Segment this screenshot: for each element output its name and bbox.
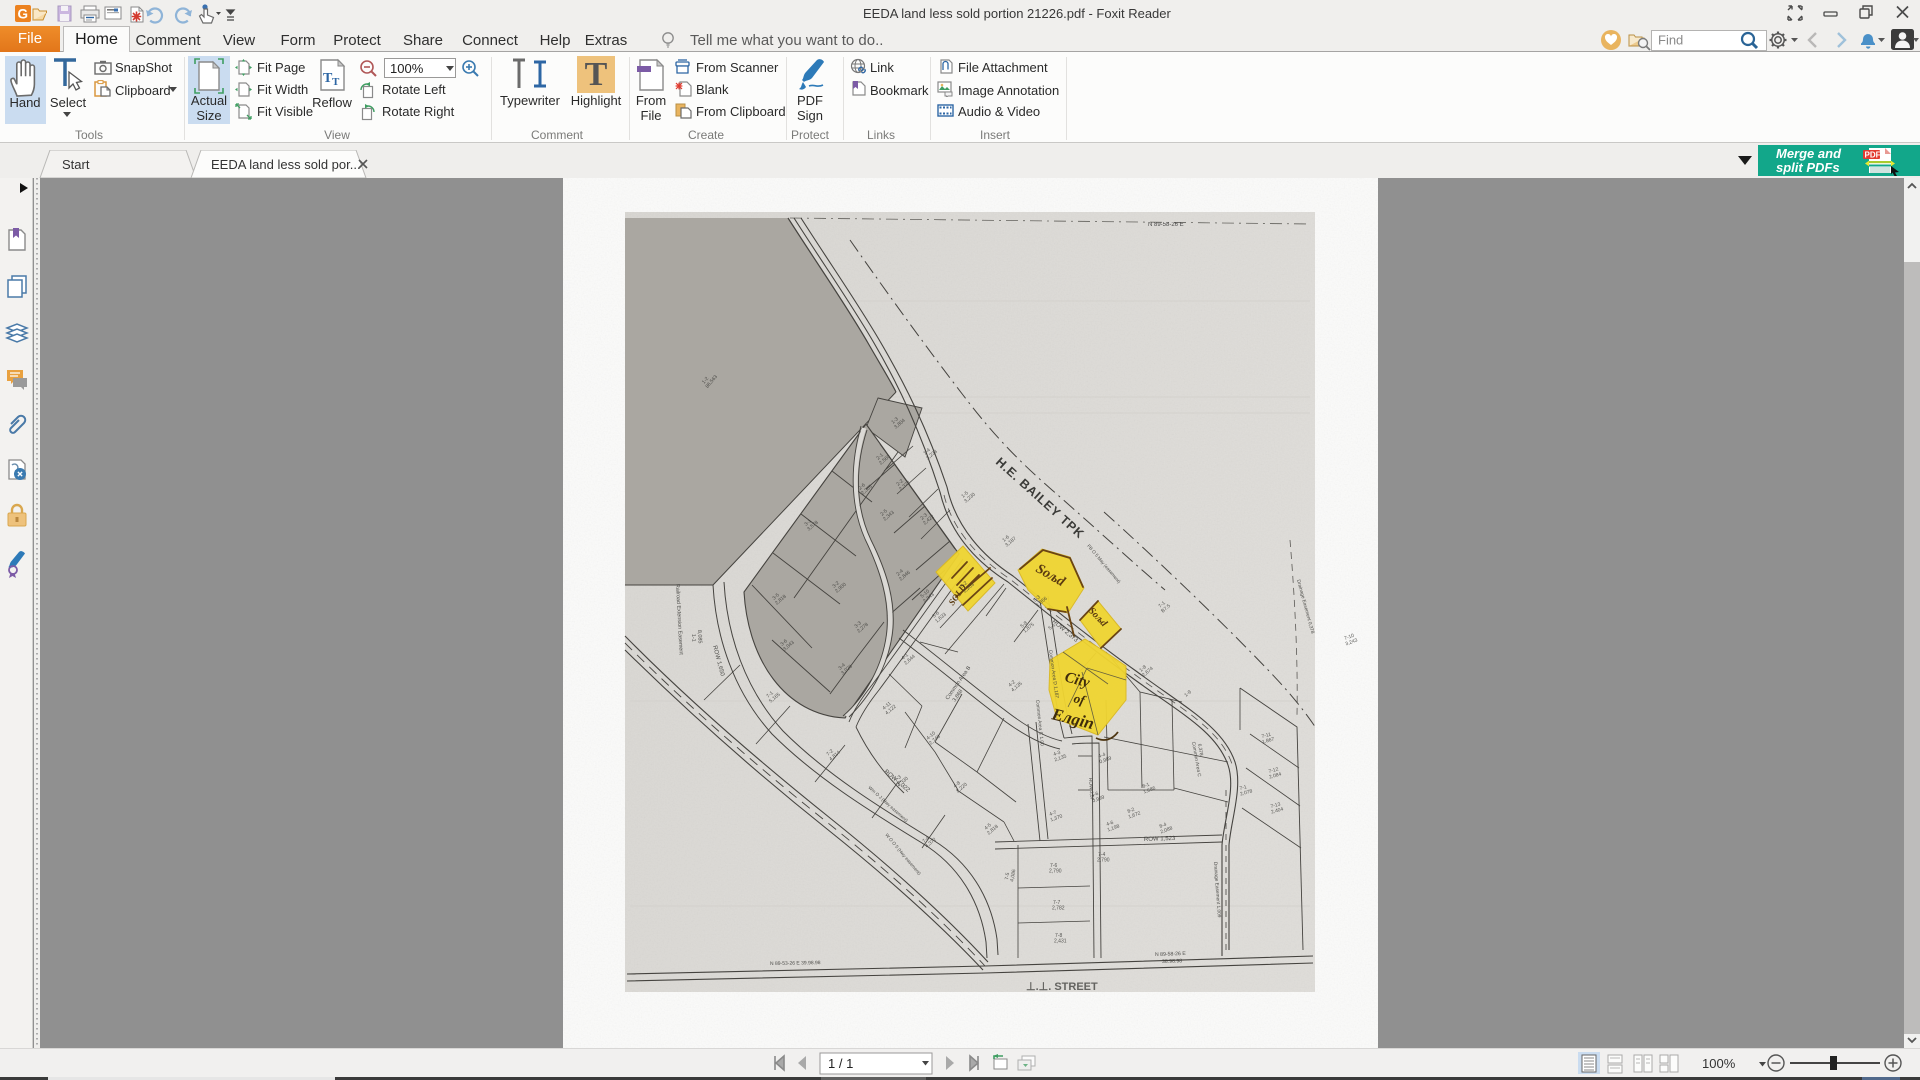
svg-text:2,790: 2,790 xyxy=(1097,858,1110,864)
svg-text:G: G xyxy=(18,7,29,22)
svg-text:Find: Find xyxy=(1658,33,1683,48)
svg-text:⊥.⊥. STREET: ⊥.⊥. STREET xyxy=(1026,981,1098,993)
svg-text:100%: 100% xyxy=(1702,1056,1736,1071)
svg-text:T: T xyxy=(332,76,340,88)
svg-text:8,085: 8,085 xyxy=(696,630,703,644)
svg-text:1 / 1: 1 / 1 xyxy=(828,1056,853,1071)
svg-text:N 89-58-26 E: N 89-58-26 E xyxy=(1148,222,1184,228)
svg-text:Start: Start xyxy=(62,157,90,172)
svg-text:N 89-58-26 E: N 89-58-26 E xyxy=(1155,951,1187,958)
svg-text:N 89-53-26 E 39.98.98: N 89-53-26 E 39.98.98 xyxy=(770,960,821,967)
svg-text:1-1: 1-1 xyxy=(690,634,696,642)
svg-text:2,782: 2,782 xyxy=(1052,906,1065,912)
svg-text:EEDA land less sold por...: EEDA land less sold por... xyxy=(211,157,361,172)
svg-text:2,431: 2,431 xyxy=(1054,939,1067,945)
svg-text:38.98.98: 38.98.98 xyxy=(1162,958,1183,965)
svg-text:2,790: 2,790 xyxy=(1049,869,1062,875)
svg-text:ROW 1,523: ROW 1,523 xyxy=(1144,836,1176,843)
svg-text:PDF: PDF xyxy=(1865,151,1881,160)
